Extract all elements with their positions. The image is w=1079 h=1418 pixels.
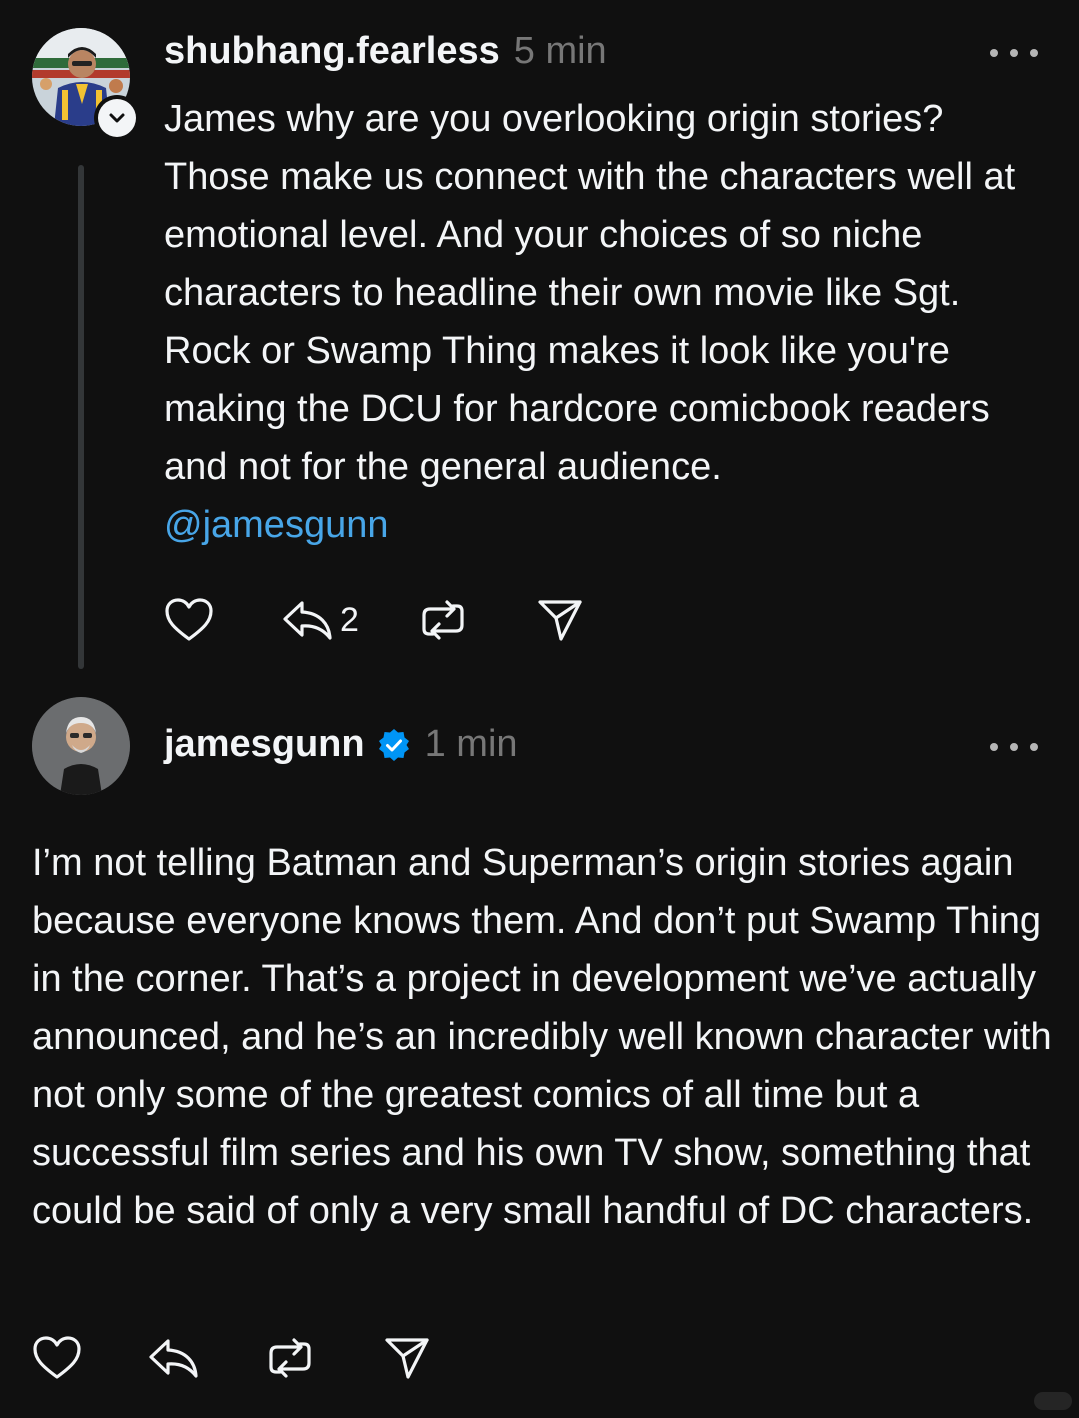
repost-icon: [422, 600, 464, 640]
heart-icon: [165, 598, 213, 641]
username[interactable]: jamesgunn: [164, 723, 365, 766]
send-icon: [538, 600, 582, 641]
verified-badge-icon: [378, 728, 409, 761]
reply-button[interactable]: 2: [282, 598, 359, 642]
follow-badge[interactable]: [94, 95, 140, 141]
reply-icon: [149, 1339, 198, 1378]
send-icon: [385, 1338, 429, 1379]
post-text: I’m not telling Batman and Superman’s or…: [32, 842, 1052, 1232]
timestamp: 1 min: [424, 723, 518, 765]
avatar-jamesgunn[interactable]: [32, 697, 130, 795]
repost-button[interactable]: [266, 1334, 314, 1382]
more-options-icon[interactable]: [990, 46, 1038, 60]
reply-count: 2: [340, 600, 359, 639]
share-button[interactable]: [537, 598, 583, 642]
reply-button[interactable]: [148, 1336, 200, 1380]
mention-link[interactable]: @jamesgunn: [164, 496, 388, 554]
chevron-down-icon: [109, 113, 125, 123]
repost-button[interactable]: [419, 596, 467, 644]
like-button[interactable]: [164, 597, 214, 643]
repost-icon: [269, 1338, 311, 1378]
post-actions: [32, 1334, 430, 1382]
post-header: shubhang.fearless 5 min: [164, 30, 607, 73]
username[interactable]: shubhang.fearless: [164, 30, 500, 73]
post-header: jamesgunn 1 min: [164, 723, 518, 766]
reply-icon: [283, 601, 332, 640]
post-text: James why are you overlooking origin sto…: [164, 98, 1016, 488]
heart-icon: [33, 1336, 81, 1379]
like-button[interactable]: [32, 1335, 82, 1381]
thread-line: [78, 165, 84, 669]
post-actions: 2: [164, 596, 583, 644]
share-button[interactable]: [384, 1336, 430, 1380]
watermark: [1034, 1392, 1072, 1410]
timestamp: 5 min: [513, 30, 607, 72]
more-options-icon[interactable]: [990, 740, 1038, 754]
